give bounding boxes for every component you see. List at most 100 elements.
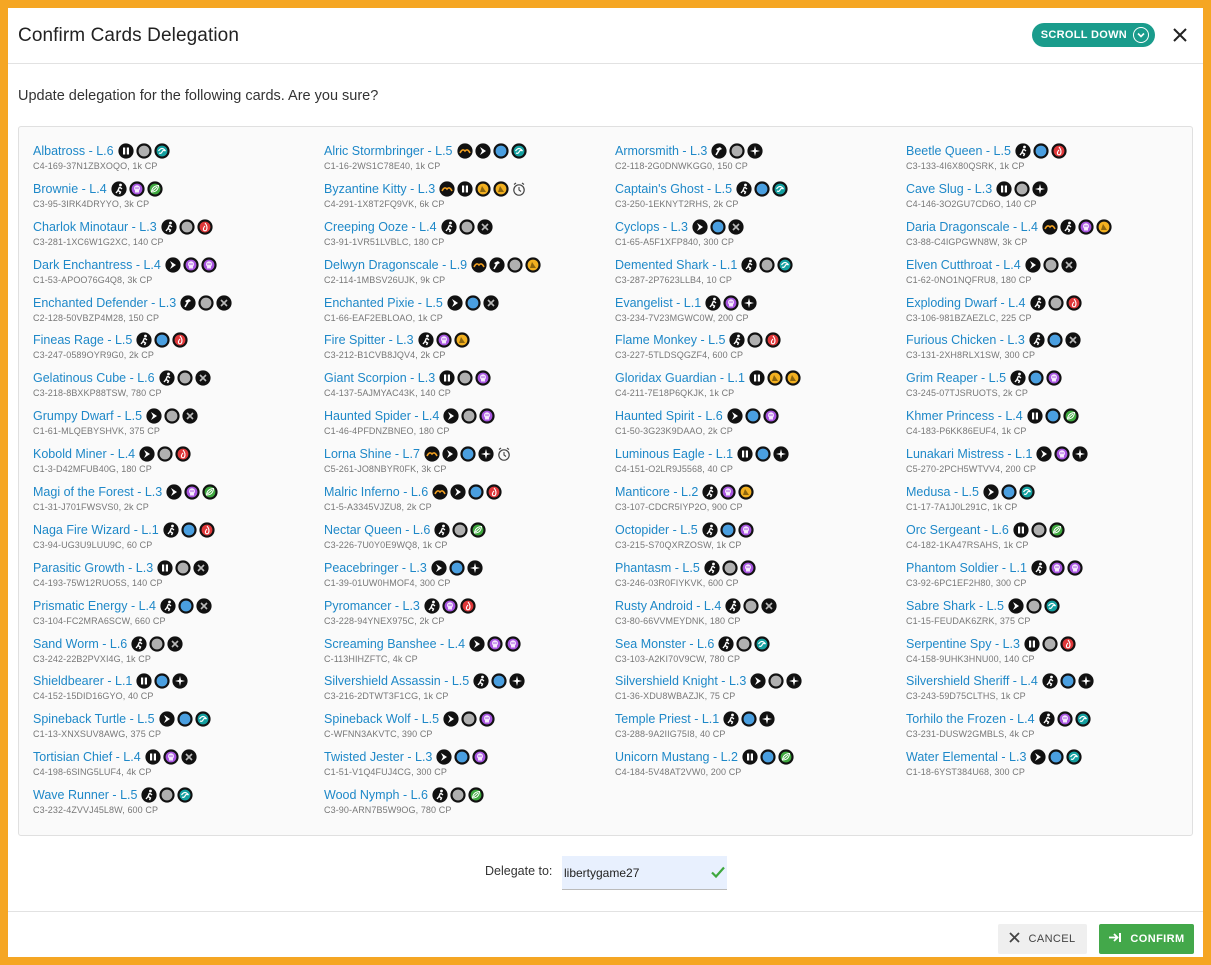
card-name-link[interactable]: Demented Shark - L.1	[615, 258, 737, 272]
card-name-link[interactable]: Silvershield Sheriff - L.4	[906, 674, 1038, 688]
card-name-link[interactable]: Screaming Banshee - L.4	[324, 637, 465, 651]
card-name-link[interactable]: Peacebringer - L.3	[324, 561, 427, 575]
card-name-link[interactable]: Octopider - L.5	[615, 523, 698, 537]
card-name-link[interactable]: Captain's Ghost - L.5	[615, 182, 732, 196]
card-name-link[interactable]: Brownie - L.4	[33, 182, 107, 196]
card-name-link[interactable]: Sea Monster - L.6	[615, 637, 714, 651]
card-name-link[interactable]: Unicorn Mustang - L.2	[615, 750, 738, 764]
ab-fly-icon	[431, 560, 447, 576]
card-item: Tortisian Chief - L.4 C4-198-6SING5LUF4, …	[33, 747, 324, 785]
card-name-link[interactable]: Temple Priest - L.1	[615, 712, 719, 726]
cancel-button[interactable]: CANCEL	[998, 924, 1087, 954]
card-name-link[interactable]: Charlok Minotaur - L.3	[33, 220, 157, 234]
card-name-link[interactable]: Albatross - L.6	[33, 144, 114, 158]
card-id-power: C3-250-1EKNYT2RHS, 2k CP	[615, 198, 739, 209]
card-name-link[interactable]: Luminous Eagle - L.1	[615, 447, 733, 461]
card-name-link[interactable]: Creeping Ooze - L.4	[324, 220, 437, 234]
card-item: Pyromancer - L.3 C3-228-94YNEX975C, 2k CP	[324, 596, 615, 634]
card-name-link[interactable]: Lunakari Mistress - L.1	[906, 447, 1032, 461]
card-name-link[interactable]: Naga Fire Wizard - L.1	[33, 523, 159, 537]
confirm-button[interactable]: CONFIRM	[1099, 924, 1194, 954]
card-name-link[interactable]: Fineas Rage - L.5	[33, 333, 132, 347]
card-name-link[interactable]: Water Elemental - L.3	[906, 750, 1026, 764]
delegate-username-input[interactable]	[562, 856, 727, 890]
card-name-link[interactable]: Enchanted Defender - L.3	[33, 296, 176, 310]
card-name-link[interactable]: Haunted Spirit - L.6	[615, 409, 723, 423]
card-name-link[interactable]: Flame Monkey - L.5	[615, 333, 725, 347]
card-name-link[interactable]: Evangelist - L.1	[615, 296, 701, 310]
card-name-link[interactable]: Silvershield Assassin - L.5	[324, 674, 469, 688]
card-name-link[interactable]: Prismatic Energy - L.4	[33, 599, 156, 613]
ab-run-icon	[705, 294, 721, 311]
card-name-link[interactable]: Dark Enchantress - L.4	[33, 258, 161, 272]
card-name-link[interactable]: Medusa - L.5	[906, 485, 979, 499]
card-id-power: C1-53-APOO76G4Q8, 3k CP	[33, 274, 153, 285]
card-name-link[interactable]: Gloridax Guardian - L.1	[615, 371, 745, 385]
card-name-link[interactable]: Kobold Miner - L.4	[33, 447, 135, 461]
card-name-link[interactable]: Haunted Spider - L.4	[324, 409, 439, 423]
ab-star-icon	[773, 446, 789, 462]
scroll-down-button[interactable]: SCROLL DOWN	[1031, 23, 1155, 47]
card-name-link[interactable]: Sabre Shark - L.5	[906, 599, 1004, 613]
card-title-row: Beetle Queen - L.5	[906, 141, 1186, 161]
card-name-link[interactable]: Armorsmith - L.3	[615, 144, 707, 158]
card-name-link[interactable]: Beetle Queen - L.5	[906, 144, 1011, 158]
card-title-row: Evangelist - L.1	[615, 293, 906, 313]
orb-gray-icon	[135, 143, 152, 159]
card-name-link[interactable]: Shieldbearer - L.1	[33, 674, 132, 688]
close-icon	[1009, 932, 1021, 946]
card-id-power: C3-246-03R0FIYKVK, 600 CP	[615, 577, 739, 588]
card-name-link[interactable]: Serpentine Spy - L.3	[906, 637, 1020, 651]
card-name-link[interactable]: Alric Stormbringer - L.5	[324, 144, 453, 158]
cards-list-panel[interactable]: Albatross - L.6 C4-169-37N1ZBXOQO, 1k CP A…	[18, 126, 1193, 836]
ab-fly-icon	[474, 143, 491, 159]
card-name-link[interactable]: Delwyn Dragonscale - L.9	[324, 258, 467, 272]
card-name-link[interactable]: Spineback Turtle - L.5	[33, 712, 155, 726]
card-name-link[interactable]: Byzantine Kitty - L.3	[324, 182, 435, 196]
card-title-row: Fineas Rage - L.5	[33, 330, 324, 350]
ab-run-icon	[1029, 332, 1045, 349]
card-name-link[interactable]: Cave Slug - L.3	[906, 182, 992, 196]
card-name-link[interactable]: Exploding Dwarf - L.4	[906, 296, 1026, 310]
card-name-link[interactable]: Daria Dragonscale - L.4	[906, 220, 1038, 234]
card-name-link[interactable]: Sand Worm - L.6	[33, 637, 127, 651]
card-name-link[interactable]: Rusty Android - L.4	[615, 599, 721, 613]
ab-fly-icon	[727, 408, 743, 424]
card-name-link[interactable]: Phantom Soldier - L.1	[906, 561, 1027, 575]
card-name-link[interactable]: Silvershield Knight - L.3	[615, 674, 746, 688]
card-id-power: C1-39-01UW0HMOF4, 300 CP	[324, 577, 451, 588]
card-name-link[interactable]: Elven Cutthroat - L.4	[906, 258, 1021, 272]
card-name-link[interactable]: Grim Reaper - L.5	[906, 371, 1006, 385]
card-name-link[interactable]: Gelatinous Cube - L.6	[33, 371, 155, 385]
card-name-link[interactable]: Malric Inferno - L.6	[324, 485, 428, 499]
card-name-link[interactable]: Fire Spitter - L.3	[324, 333, 414, 347]
close-icon[interactable]	[1169, 24, 1191, 46]
card-name-link[interactable]: Giant Scorpion - L.3	[324, 371, 435, 385]
card-name-link[interactable]: Nectar Queen - L.6	[324, 523, 430, 537]
card-name-link[interactable]: Spineback Wolf - L.5	[324, 712, 439, 726]
card-title-row: Grumpy Dwarf - L.5	[33, 406, 324, 426]
card-name-link[interactable]: Magi of the Forest - L.3	[33, 485, 162, 499]
card-name-link[interactable]: Manticore - L.2	[615, 485, 698, 499]
ab-hammer-icon	[180, 294, 196, 311]
card-item: Haunted Spider - L.4 C1-46-4PFDNZBNEO, 18…	[324, 406, 615, 444]
card-name-link[interactable]: Lorna Shine - L.7	[324, 447, 420, 461]
card-title-row: Cave Slug - L.3	[906, 179, 1186, 199]
card-name-link[interactable]: Wave Runner - L.5	[33, 788, 137, 802]
ab-cross-icon	[182, 408, 198, 424]
card-name-link[interactable]: Wood Nymph - L.6	[324, 788, 428, 802]
card-name-link[interactable]: Pyromancer - L.3	[324, 599, 420, 613]
card-name-link[interactable]: Parasitic Growth - L.3	[33, 561, 153, 575]
card-name-link[interactable]: Grumpy Dwarf - L.5	[33, 409, 142, 423]
card-name-link[interactable]: Orc Sergeant - L.6	[906, 523, 1009, 537]
card-item: Albatross - L.6 C4-169-37N1ZBXOQO, 1k CP	[33, 141, 324, 179]
card-name-link[interactable]: Furious Chicken - L.3	[906, 333, 1025, 347]
card-name-link[interactable]: Torhilo the Frozen - L.4	[906, 712, 1035, 726]
card-id-power: C-WFNN3AKVTC, 390 CP	[324, 729, 433, 740]
card-name-link[interactable]: Twisted Jester - L.3	[324, 750, 432, 764]
card-name-link[interactable]: Enchanted Pixie - L.5	[324, 296, 443, 310]
card-name-link[interactable]: Phantasm - L.5	[615, 561, 700, 575]
card-name-link[interactable]: Tortisian Chief - L.4	[33, 750, 141, 764]
card-name-link[interactable]: Khmer Princess - L.4	[906, 409, 1023, 423]
card-name-link[interactable]: Cyclops - L.3	[615, 220, 688, 234]
